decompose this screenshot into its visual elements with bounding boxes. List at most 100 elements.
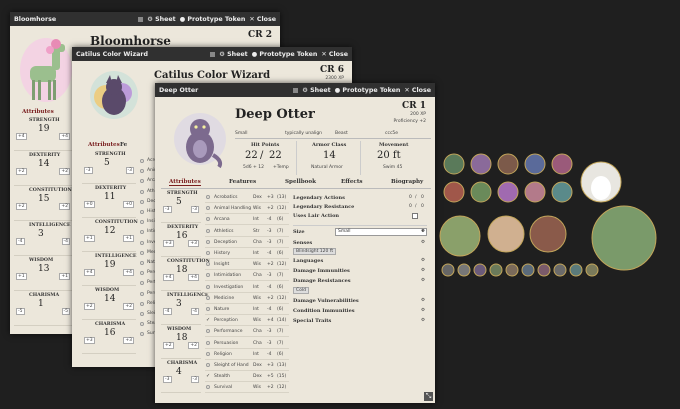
size-select[interactable]: Small ▾: [335, 228, 427, 236]
resize-handle[interactable]: ⤡: [424, 392, 433, 401]
tab-spellbook[interactable]: Spellbook: [285, 179, 316, 185]
legendary-resistance-value[interactable]: 0: [409, 204, 412, 209]
skill-proficiency-toggle[interactable]: [140, 240, 144, 245]
saving-throw[interactable]: +2: [59, 203, 70, 210]
damage-resistance-tag[interactable]: Cold: [293, 287, 310, 294]
skill-ability[interactable]: Wis: [253, 385, 261, 390]
prototype-token-button[interactable]: ● Prototype Token: [180, 16, 246, 23]
skill-row[interactable]: Survival: [140, 330, 165, 339]
skill-ability[interactable]: Int: [253, 352, 259, 357]
skill-proficiency-toggle[interactable]: [206, 217, 210, 222]
token-row-3[interactable]: [439, 205, 657, 271]
skill-row[interactable]: ✓ Stealth Dex +5 (15): [205, 372, 289, 383]
prototype-token-button[interactable]: ● Prototype Token: [252, 51, 318, 58]
ability-score[interactable]: 16: [104, 328, 115, 338]
skill-ability[interactable]: Int: [253, 285, 259, 290]
skill-proficiency-toggle[interactable]: [206, 329, 210, 334]
skill-proficiency-toggle[interactable]: [206, 351, 210, 356]
skill-ability[interactable]: Wis: [253, 206, 261, 211]
skill-row[interactable]: Nature: [140, 259, 162, 268]
skill-row[interactable]: Athletics: [140, 188, 166, 197]
gear-icon[interactable]: ⚙: [421, 318, 425, 323]
saving-throw[interactable]: +4: [188, 274, 199, 281]
skill-row[interactable]: Perception: [140, 269, 171, 278]
skill-proficiency-toggle[interactable]: [206, 251, 210, 255]
skill-proficiency-toggle[interactable]: [140, 159, 144, 163]
skill-row[interactable]: Insight: [140, 218, 162, 227]
skill-proficiency-toggle[interactable]: [206, 228, 210, 233]
skill-row[interactable]: Arcana Int -4 (6): [205, 215, 289, 226]
ability-score[interactable]: 3: [176, 299, 182, 309]
skill-proficiency-toggle[interactable]: [140, 271, 144, 276]
skill-ability[interactable]: Cha: [253, 240, 262, 245]
gear-icon[interactable]: ⚙: [421, 258, 425, 263]
skill-ability[interactable]: Cha: [253, 329, 262, 334]
skill-row[interactable]: Religion: [140, 300, 165, 309]
skill-proficiency-toggle[interactable]: [206, 195, 210, 199]
deep-otter-portrait[interactable]: [169, 105, 231, 169]
window-title-bar[interactable]: Bloomhorse ⚙ Sheet ● Prototype Token ✕ C…: [10, 12, 280, 26]
senses-tag[interactable]: Blindsight 120 ft: [293, 248, 337, 255]
skill-row[interactable]: ✓ Perception Wis +4 (14): [205, 316, 289, 327]
tab-features[interactable]: Fe: [120, 142, 127, 148]
ability-score[interactable]: 14: [104, 294, 115, 304]
skill-proficiency-toggle[interactable]: [140, 291, 144, 296]
skill-row[interactable]: Acrobatics: [140, 157, 170, 166]
creature-name[interactable]: Bloomhorse: [90, 34, 171, 48]
ability-score[interactable]: 19: [104, 260, 115, 270]
skill-ability[interactable]: Wis: [253, 262, 261, 267]
tab-attributes[interactable]: Attributes: [169, 179, 201, 186]
skill-ability[interactable]: Int: [253, 217, 259, 222]
token-row-4[interactable]: [441, 263, 599, 277]
skill-proficiency-toggle[interactable]: [206, 295, 210, 300]
size-field[interactable]: Small: [235, 131, 248, 136]
gear-icon[interactable]: ⚙: [421, 240, 425, 245]
skill-row[interactable]: Insight Wis +2 (12): [205, 260, 289, 271]
skill-ability[interactable]: Int: [253, 251, 259, 256]
skill-row[interactable]: History Int -4 (6): [205, 249, 289, 259]
skill-proficiency-toggle[interactable]: [140, 312, 144, 316]
skill-ability[interactable]: Wis: [253, 318, 261, 323]
skill-row[interactable]: Animal Han: [140, 167, 173, 176]
saving-throw[interactable]: -3: [190, 376, 199, 383]
close-button[interactable]: ✕ Close: [321, 51, 348, 58]
saving-throw[interactable]: +0: [123, 201, 134, 208]
skill-proficiency-toggle[interactable]: [206, 385, 210, 390]
saving-throw[interactable]: -5: [61, 308, 70, 315]
skill-proficiency-toggle[interactable]: [140, 189, 144, 194]
saving-throw[interactable]: -3: [125, 167, 134, 174]
skill-proficiency-toggle[interactable]: [140, 210, 144, 214]
skill-proficiency-toggle[interactable]: [206, 307, 210, 311]
saving-throw[interactable]: -4: [190, 308, 199, 315]
checkmark-icon[interactable]: ✓: [206, 373, 211, 379]
gear-icon[interactable]: ⚙: [421, 268, 425, 273]
skill-proficiency-toggle[interactable]: [140, 301, 144, 306]
catilus-portrait[interactable]: [84, 67, 144, 122]
ability-score[interactable]: 1: [38, 299, 44, 309]
skill-proficiency-toggle[interactable]: [140, 169, 144, 174]
skill-row[interactable]: Survival Wis +2 (12): [205, 383, 289, 394]
skill-row[interactable]: Sleight of: [140, 310, 168, 319]
skill-row[interactable]: Animal Handling Wis +2 (12): [205, 204, 289, 215]
skill-row[interactable]: Medicine: [140, 249, 167, 258]
checkmark-icon[interactable]: ✓: [206, 317, 211, 323]
ability-score[interactable]: 18: [176, 333, 187, 343]
window-title-bar[interactable]: Catilus Color Wizard ⚙ Sheet ● Prototype…: [72, 47, 352, 61]
skill-row[interactable]: Performance Cha -3 (7): [205, 327, 289, 338]
skill-row[interactable]: Stealth: [140, 320, 163, 329]
skill-proficiency-toggle[interactable]: [140, 250, 144, 255]
hit-dice-formula[interactable]: 5d6 + 12: [243, 165, 264, 170]
skill-ability[interactable]: Str: [253, 229, 259, 234]
source-field[interactable]: ccc5e: [385, 131, 398, 136]
skill-proficiency-toggle[interactable]: [206, 284, 210, 289]
skill-proficiency-toggle[interactable]: [206, 273, 210, 278]
sheet-button[interactable]: ⚙ Sheet: [147, 16, 175, 23]
close-button[interactable]: ✕ Close: [249, 16, 276, 23]
canvas-tokens[interactable]: [436, 150, 666, 280]
gear-icon[interactable]: ⚙: [421, 278, 425, 283]
skill-row[interactable]: Performanc: [140, 279, 173, 288]
skill-proficiency-toggle[interactable]: [140, 322, 144, 327]
sheet-button[interactable]: ⚙ Sheet: [219, 51, 247, 58]
skill-row[interactable]: Arcana: [140, 177, 163, 186]
saving-throw[interactable]: +4: [59, 133, 70, 140]
